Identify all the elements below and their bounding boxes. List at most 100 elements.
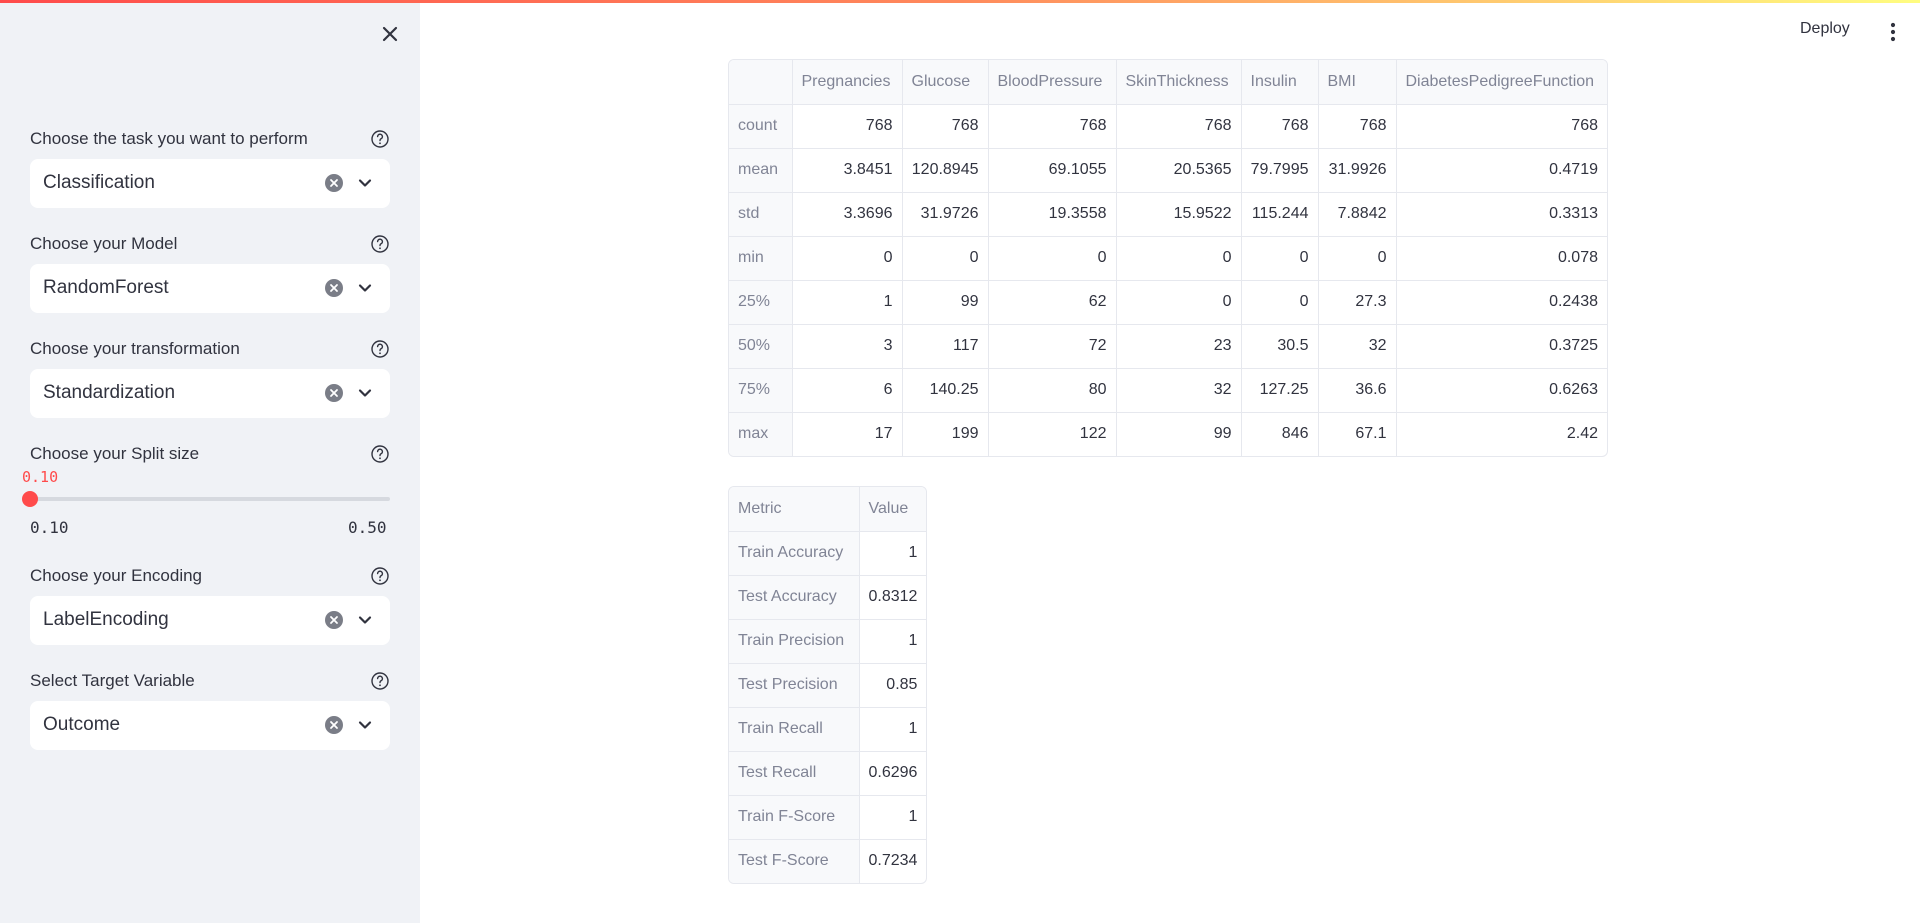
stats-column-header[interactable]: BMI	[1318, 60, 1397, 105]
table-cell[interactable]: 768	[988, 104, 1117, 149]
row-label[interactable]: 75%	[729, 368, 793, 413]
table-cell[interactable]: 0.4719	[1396, 148, 1607, 193]
table-cell[interactable]: 0	[902, 236, 989, 281]
table-cell[interactable]: 99	[902, 280, 989, 325]
table-cell[interactable]: 3	[792, 324, 903, 369]
table-cell[interactable]: 17	[792, 412, 903, 456]
table-cell[interactable]: 80	[988, 368, 1117, 413]
table-cell[interactable]: 27.3	[1318, 280, 1397, 325]
chevron-down-icon[interactable]	[355, 610, 375, 630]
table-cell[interactable]: 115.244	[1241, 192, 1319, 237]
table-cell[interactable]: 32	[1116, 368, 1242, 413]
table-cell[interactable]: 69.1055	[988, 148, 1117, 193]
stats-column-header[interactable]	[729, 60, 793, 105]
encoding-select[interactable]: LabelEncoding	[30, 596, 390, 645]
table-cell[interactable]: 19.3558	[988, 192, 1117, 237]
clear-icon[interactable]	[324, 715, 344, 735]
metrics-column-header[interactable]: Value	[859, 487, 927, 532]
table-cell[interactable]: 72	[988, 324, 1117, 369]
table-cell[interactable]: 768	[1396, 104, 1607, 149]
metrics-column-header[interactable]: Metric	[729, 487, 860, 532]
question-circle-icon[interactable]	[370, 234, 390, 254]
table-cell[interactable]: 7.8842	[1318, 192, 1397, 237]
table-cell[interactable]: 30.5	[1241, 324, 1319, 369]
chevron-down-icon[interactable]	[355, 383, 375, 403]
table-cell[interactable]: 127.25	[1241, 368, 1319, 413]
chevron-down-icon[interactable]	[355, 715, 375, 735]
question-circle-icon[interactable]	[370, 566, 390, 586]
table-cell[interactable]: 768	[792, 104, 903, 149]
table-cell[interactable]: 31.9726	[902, 192, 989, 237]
stats-column-header[interactable]: BloodPressure	[988, 60, 1117, 105]
row-label[interactable]: 25%	[729, 280, 793, 325]
question-circle-icon[interactable]	[370, 444, 390, 464]
table-cell[interactable]: 32	[1318, 324, 1397, 369]
vertical-ellipsis-icon[interactable]	[1883, 20, 1903, 44]
clear-icon[interactable]	[324, 610, 344, 630]
table-cell[interactable]: 0	[1318, 236, 1397, 281]
question-circle-icon[interactable]	[370, 129, 390, 149]
question-circle-icon[interactable]	[370, 671, 390, 691]
table-cell[interactable]: 768	[902, 104, 989, 149]
stats-column-header[interactable]: Pregnancies	[792, 60, 903, 105]
clear-icon[interactable]	[324, 278, 344, 298]
table-cell[interactable]: 117	[902, 324, 989, 369]
row-label[interactable]: Train Recall	[729, 707, 860, 752]
row-label[interactable]: Test Accuracy	[729, 575, 860, 620]
table-cell[interactable]: 122	[988, 412, 1117, 456]
table-cell[interactable]: 0.6263	[1396, 368, 1607, 413]
table-cell[interactable]: 768	[1116, 104, 1242, 149]
row-label[interactable]: Test Precision	[729, 663, 860, 708]
table-cell[interactable]: 0	[792, 236, 903, 281]
deploy-button[interactable]: Deploy	[1800, 20, 1850, 38]
task-select[interactable]: Classification	[30, 159, 390, 208]
table-cell[interactable]: 0	[988, 236, 1117, 281]
target-variable-select[interactable]: Outcome	[30, 701, 390, 750]
table-cell[interactable]: 140.25	[902, 368, 989, 413]
table-cell[interactable]: 31.9926	[1318, 148, 1397, 193]
table-cell[interactable]: 0	[1116, 280, 1242, 325]
split-size-slider-track[interactable]	[30, 497, 390, 501]
table-cell[interactable]: 23	[1116, 324, 1242, 369]
table-cell[interactable]: 120.8945	[902, 148, 989, 193]
row-label[interactable]: count	[729, 104, 793, 149]
metrics-table[interactable]: Metric Value Train Accuracy 1 Test Accuracy…	[728, 486, 928, 884]
stats-column-header[interactable]: Insulin	[1241, 60, 1319, 105]
row-label[interactable]: Test F-Score	[729, 839, 860, 883]
table-cell[interactable]: 768	[1241, 104, 1319, 149]
table-cell[interactable]: 3.3696	[792, 192, 903, 237]
table-cell[interactable]: 62	[988, 280, 1117, 325]
model-select[interactable]: RandomForest	[30, 264, 390, 313]
table-cell[interactable]: 0.7234	[859, 839, 926, 883]
row-label[interactable]: std	[729, 192, 793, 237]
table-cell[interactable]: 846	[1241, 412, 1319, 456]
stats-column-header[interactable]: Glucose	[902, 60, 989, 105]
row-label[interactable]: Test Recall	[729, 751, 860, 796]
clear-icon[interactable]	[324, 383, 344, 403]
table-cell[interactable]: 67.1	[1318, 412, 1397, 456]
table-cell[interactable]: 768	[1318, 104, 1397, 149]
row-label[interactable]: Train F-Score	[729, 795, 860, 840]
row-label[interactable]: min	[729, 236, 793, 281]
table-cell[interactable]: 2.42	[1396, 412, 1607, 456]
row-label[interactable]: Train Accuracy	[729, 531, 860, 576]
table-cell[interactable]: 1	[859, 619, 927, 664]
chevron-down-icon[interactable]	[355, 173, 375, 193]
close-sidebar-button[interactable]	[376, 20, 404, 48]
table-cell[interactable]: 1	[859, 531, 927, 576]
table-cell[interactable]: 0.2438	[1396, 280, 1607, 325]
table-cell[interactable]: 36.6	[1318, 368, 1397, 413]
table-cell[interactable]: 0.3313	[1396, 192, 1607, 237]
table-cell[interactable]: 1	[859, 795, 927, 840]
describe-stats-table[interactable]: Pregnancies Glucose BloodPressure SkinThick…	[728, 59, 1608, 457]
transformation-select[interactable]: Standardization	[30, 369, 390, 418]
stats-column-header[interactable]: SkinThickness	[1116, 60, 1242, 105]
table-cell[interactable]: 99	[1116, 412, 1242, 456]
table-cell[interactable]: 0	[1116, 236, 1242, 281]
stats-column-header[interactable]: DiabetesPedigreeFunction	[1396, 60, 1607, 105]
table-cell[interactable]: 0.85	[859, 663, 927, 708]
table-cell[interactable]: 15.9522	[1116, 192, 1242, 237]
row-label[interactable]: 50%	[729, 324, 793, 369]
chevron-down-icon[interactable]	[355, 278, 375, 298]
row-label[interactable]: mean	[729, 148, 793, 193]
